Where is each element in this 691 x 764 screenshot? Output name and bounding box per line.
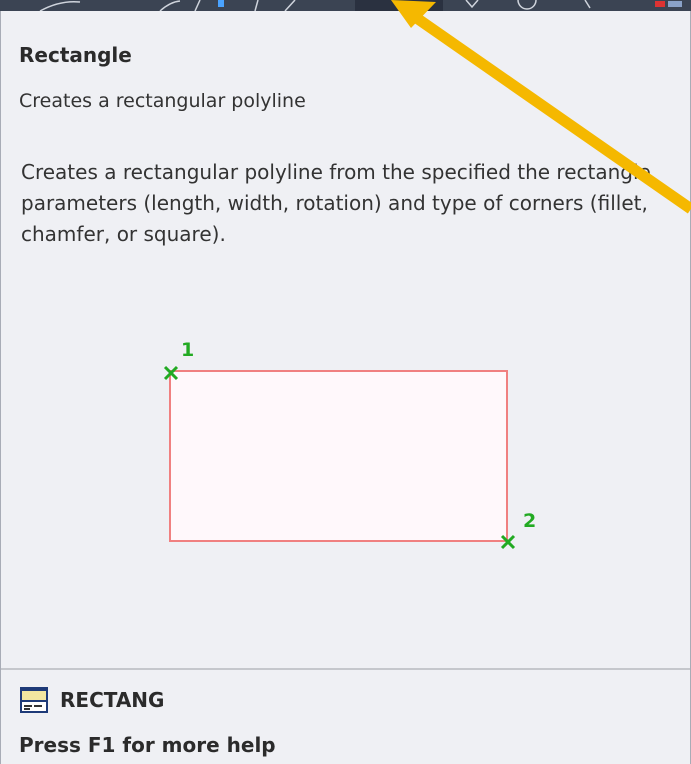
footer-divider	[1, 668, 690, 670]
toolbar-active-button[interactable]	[355, 0, 443, 11]
toolbar-blue-button-icon[interactable]	[218, 0, 224, 7]
toolbar-circle-icon[interactable]	[517, 0, 537, 10]
toolbar-edge-shape	[284, 0, 296, 11]
toolbar-edge-shape	[194, 0, 201, 11]
toolbar-edge-shape	[159, 0, 181, 11]
toolbar-edge-shape	[584, 0, 591, 9]
command-line-icon	[20, 687, 48, 713]
help-hint: Press F1 for more help	[19, 733, 276, 757]
toolbar-edge-shape	[39, 0, 81, 11]
toolbar-dropdown-icon[interactable]	[465, 0, 479, 9]
command-name: RECTANG	[60, 688, 165, 712]
toolbar-layer-icon[interactable]	[668, 1, 682, 7]
command-row: RECTANG	[19, 685, 164, 715]
rectangle-illustration: 1 2	[163, 339, 536, 550]
point-1-label: 1	[181, 339, 194, 361]
toolbar-edge-shape	[254, 0, 259, 11]
tooltip-title: Rectangle	[19, 43, 132, 67]
illustration-rectangle	[169, 370, 508, 542]
ribbon-toolbar-edge	[39, 0, 682, 11]
point-2-label: 2	[523, 510, 536, 532]
toolbar-red-icon[interactable]	[655, 1, 665, 7]
tooltip-summary: Creates a rectangular polyline	[19, 90, 306, 112]
tooltip-description: Creates a rectangular polyline from the …	[21, 160, 651, 246]
ribbon-toolbar-strip	[0, 0, 691, 11]
